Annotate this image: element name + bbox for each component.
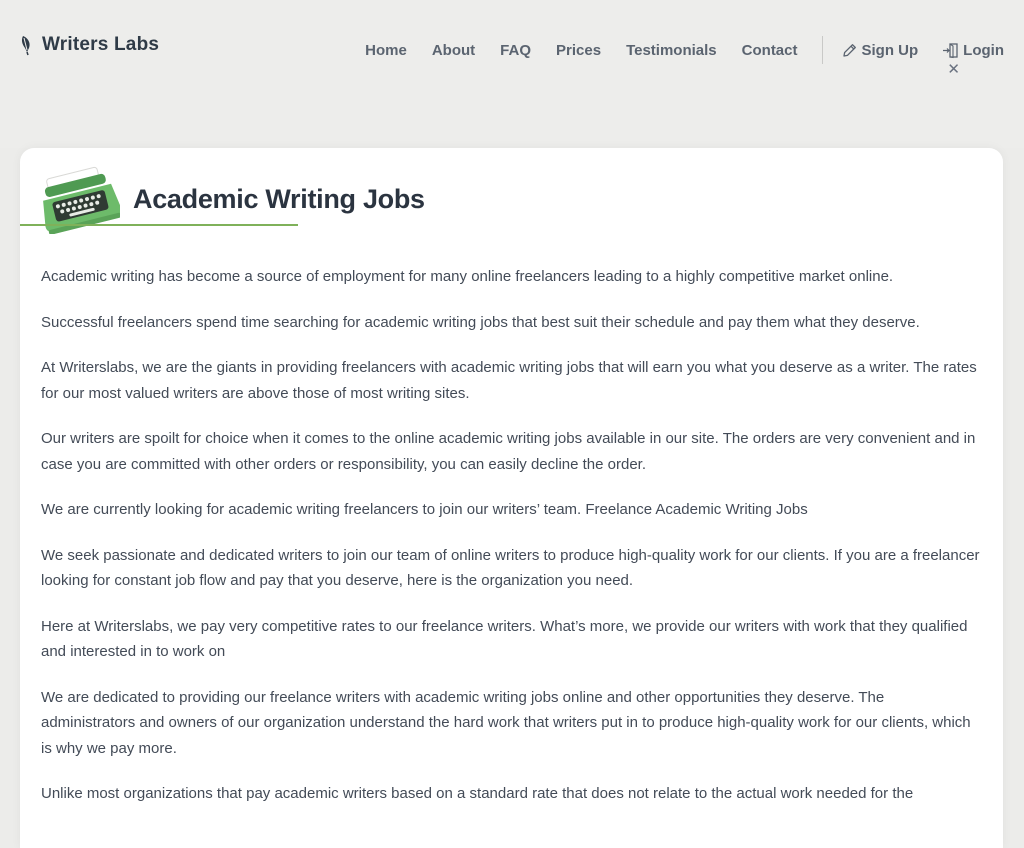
signup-link[interactable]: Sign Up: [841, 41, 919, 59]
main-nav: Home About FAQ Prices Testimonials Conta…: [365, 36, 1004, 64]
nav-about[interactable]: About: [432, 42, 475, 59]
page-header: Academic Writing Jobs: [20, 148, 1003, 240]
paragraph: Academic writing has become a source of …: [41, 268, 894, 285]
nav-prices[interactable]: Prices: [556, 42, 601, 59]
login-label: Login: [963, 41, 1004, 59]
door-enter-icon: [943, 42, 958, 58]
nav-divider: [821, 36, 823, 64]
quill-pen-icon: [21, 36, 30, 56]
paragraph: Here at Writerslabs, we pay very competi…: [41, 617, 968, 661]
paragraph: At Writerslabs, we are the giants in pro…: [41, 359, 977, 402]
nav-contact[interactable]: Contact: [742, 42, 798, 59]
content-card: Academic Writing Jobs Academic writing h…: [20, 148, 1003, 848]
site-header: Writers Labs Home About FAQ Prices Testi…: [0, 0, 1024, 148]
paragraph: We are dedicated to providing our freela…: [41, 688, 971, 757]
paragraph: Successful freelancers spend time search…: [41, 313, 920, 331]
login-link[interactable]: Login: [942, 42, 1004, 59]
nav-home[interactable]: Home: [365, 42, 407, 59]
pencil-icon: [842, 43, 856, 57]
nav-faq[interactable]: FAQ: [500, 42, 531, 59]
brand-name: Writers Labs: [42, 34, 160, 55]
brand-logo-link[interactable]: Writers Labs: [20, 34, 159, 56]
paragraph: We seek passionate and dedicated writers…: [41, 546, 980, 590]
nav-testimonials[interactable]: Testimonials: [626, 42, 717, 59]
signup-label: Sign Up: [861, 41, 919, 59]
paragraph: Unlike most organizations that pay acade…: [41, 785, 914, 802]
paragraph: We are currently looking for academic wr…: [41, 501, 808, 518]
close-icon[interactable]: ✕: [947, 61, 960, 79]
article-body: Academic writing has become a source of …: [20, 240, 1003, 807]
title-underline: [20, 224, 298, 226]
paragraph: Our writers are spoilt for choice when i…: [41, 430, 976, 473]
page-title: Academic Writing Jobs: [133, 184, 425, 214]
